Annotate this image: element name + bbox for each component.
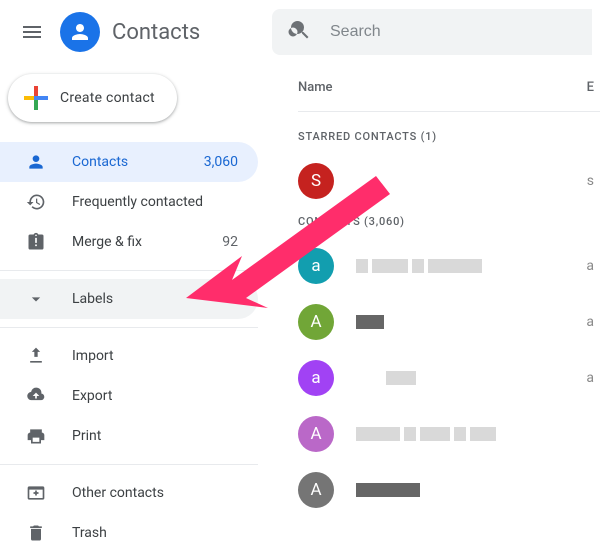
row-right: s [587,173,600,189]
contacts-section-label: CONTACTS (3,060) [298,215,600,228]
sidebar-item-frequent[interactable]: Frequently contacted [0,182,258,222]
sidebar-item-label: Labels [72,291,238,307]
sidebar-item-other[interactable]: Other contacts [0,473,258,513]
row-right: a [586,370,600,386]
starred-section-label: STARRED CONTACTS (1) [298,130,600,143]
search-input[interactable] [330,23,576,41]
print-icon [26,426,46,446]
archive-icon [26,483,46,503]
sidebar-item-merge[interactable]: Merge & fix 92 [0,222,258,262]
merge-icon [26,232,46,252]
sidebar-item-contacts[interactable]: Contacts 3,060 [0,142,258,182]
avatar: A [298,472,334,508]
avatar: a [298,248,334,284]
sidebar-item-import[interactable]: Import [0,336,258,376]
sidebar-item-labels[interactable]: Labels [0,279,258,319]
contact-row[interactable]: A [298,462,600,518]
sidebar-item-trash[interactable]: Trash [0,513,258,552]
sidebar-item-label: Trash [72,525,238,541]
main-panel: Name E STARRED CONTACTS (1) S s CONTACTS… [258,64,600,552]
column-name: Name [298,80,333,95]
row-right: a [586,314,600,330]
redacted-name [386,371,416,385]
avatar: A [298,304,334,340]
avatar: S [298,163,334,199]
row-right: a [586,258,600,274]
sidebar-item-label: Export [72,388,238,404]
column-right: E [587,80,600,95]
search-icon [288,18,312,46]
separator [0,464,258,465]
redacted-name [356,483,420,497]
sidebar-item-print[interactable]: Print [0,416,258,456]
menu-icon[interactable] [8,8,56,56]
import-icon [26,346,46,366]
sidebar-item-label: Import [72,348,238,364]
separator [0,327,258,328]
app-header: Contacts [0,0,600,64]
sidebar-item-export[interactable]: Export [0,376,258,416]
sidebar-item-label: Frequently contacted [72,194,238,210]
avatar: A [298,416,334,452]
sidebar-item-label: Print [72,428,238,444]
sidebar-item-count: 92 [222,234,238,250]
sidebar-item-label: Contacts [72,154,204,170]
redacted-name [356,259,482,273]
avatar: a [298,360,334,396]
sidebar-item-label: Merge & fix [72,234,222,250]
contacts-logo-icon [60,12,100,52]
column-header: Name E [298,64,600,112]
trash-icon [26,523,46,543]
separator [0,270,258,271]
contact-row[interactable]: A a [298,294,600,350]
search-bar[interactable] [272,9,592,55]
export-icon [26,386,46,406]
contact-row[interactable]: a a [298,238,600,294]
contact-row[interactable]: a a [298,350,600,406]
plus-icon [22,84,50,112]
create-contact-button[interactable]: Create contact [8,74,177,122]
redacted-name [356,315,384,329]
contact-row[interactable]: S s [298,153,600,209]
sidebar-item-label: Other contacts [72,485,238,501]
history-icon [26,192,46,212]
chevron-down-icon [26,289,46,309]
app-title: Contacts [112,20,200,45]
create-contact-label: Create contact [60,90,155,106]
redacted-name [356,427,496,441]
sidebar-nav: Contacts 3,060 Frequently contacted Merg… [0,142,258,552]
person-icon [26,152,46,172]
sidebar: Create contact Contacts 3,060 Frequently… [0,64,258,552]
sidebar-item-count: 3,060 [204,154,238,170]
contact-row[interactable]: A [298,406,600,462]
